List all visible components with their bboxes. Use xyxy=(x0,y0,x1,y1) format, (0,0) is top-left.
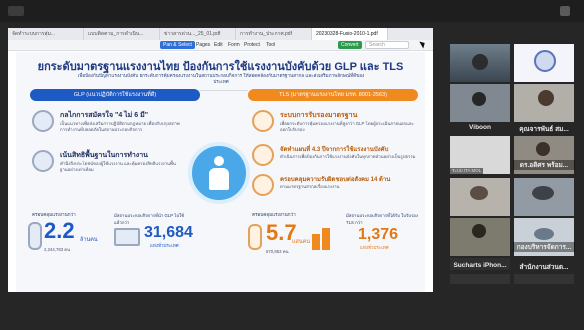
band-divider xyxy=(200,90,248,102)
tls-workers-label: ครอบคลุมแรงงานกว่า xyxy=(252,212,296,217)
participant-tile[interactable] xyxy=(514,178,574,216)
participant-name: Sucharts iPhon... xyxy=(453,262,507,269)
browser-tab[interactable]: ข่าวสารด่วน..._25_01.pdf xyxy=(160,28,236,40)
tls-workers-unit: แสนคน xyxy=(292,239,311,245)
glp-row-heading: เน้นสิทธิพื้นฐานในการทำงาน xyxy=(60,152,148,159)
workers-number: 2.2 xyxy=(44,218,75,243)
glp-band: GLP (แนวปฏิบัติการใช้แรงงานที่ดี) xyxy=(30,89,200,101)
person-orange-icon xyxy=(248,224,262,250)
tls-workers-exact: 570,853 คน xyxy=(266,249,289,254)
shared-screen: จัดทำระบบการสุ่ม... แบบติดตาม_การดำเนิน.… xyxy=(8,28,433,292)
bottom-bar xyxy=(0,292,584,330)
protect-menu[interactable]: Protect xyxy=(244,41,260,49)
tls-row-heading: ระบบการรับรองมาตรฐาน xyxy=(280,112,358,119)
avatar xyxy=(472,54,488,70)
worker-head-icon xyxy=(214,156,224,166)
tls-row-text: ดำเนินการเพื่อป้องกันการใช้แรงงานบังคับใ… xyxy=(280,154,416,159)
glp-places-number: 31,684 xyxy=(144,224,193,241)
certificate-icon xyxy=(252,110,274,132)
avatar xyxy=(532,186,554,200)
avatar xyxy=(472,92,486,106)
search-input[interactable]: Search xyxy=(365,41,409,49)
glp-places-unit: แห่งทั่วประเทศ xyxy=(150,243,179,248)
browser-tab[interactable]: การทำงาน_ประกาศ.pdf xyxy=(236,28,312,40)
chain-link-icon xyxy=(32,150,54,172)
participant-tile[interactable] xyxy=(514,274,574,284)
participant-name: สำนักงานส่วนต... xyxy=(519,264,569,271)
pdf-toolbar: Pan & Select Pages Edit Form Protect Too… xyxy=(8,39,433,51)
tls-places-number: 1,376 xyxy=(358,226,399,243)
tool-menu[interactable]: Tool xyxy=(266,41,275,49)
participant-name: Viboon xyxy=(469,124,491,131)
avatar xyxy=(470,186,488,200)
document-check-icon xyxy=(252,144,274,166)
tls-row-text: เพื่อยกระดับการคุ้มครองแรงงานที่สูงกว่า … xyxy=(280,121,414,132)
pages-menu[interactable]: Pages xyxy=(196,41,210,49)
glp-row-heading: กลไกการสมัครใจ "4 ไม่ 6 มี" xyxy=(60,112,149,119)
tls-band: TLS (มาตรฐานแรงงานไทย มรท. 8001-2563) xyxy=(248,89,418,101)
glp-row-text: เป็นแนวทางเพื่อส่งเสริมการปฏิบัติตามกฎหม… xyxy=(60,121,180,132)
building-icon xyxy=(312,234,320,250)
participant-name: คุณจารพันธ์ สม... xyxy=(519,126,569,133)
slide-subtitle: เพื่อป้องกันปัญหาแรงงานบังคับ ยกระดับการ… xyxy=(77,73,365,84)
mouse-cursor-icon xyxy=(419,39,427,49)
browser-tab-active[interactable]: 20230328-Fusio-2010-1.pdf xyxy=(312,28,388,40)
glp-row-text: คำนึงถึงประโยชน์ของผู้ใช้แรงงาน และคุ้มค… xyxy=(60,161,176,172)
workers-exact: 2,244,783 คน xyxy=(44,247,71,252)
participant-tile[interactable] xyxy=(450,178,510,216)
window-control-icon[interactable] xyxy=(560,6,570,16)
participant-name: ดร.อดิศร พร้อม... xyxy=(513,160,575,170)
worker-body-icon xyxy=(209,168,229,190)
participant-tile[interactable] xyxy=(514,44,574,82)
convert-button[interactable]: Convert xyxy=(338,41,362,49)
participant-tile[interactable] xyxy=(450,274,510,284)
gear-group-icon xyxy=(252,174,274,196)
participant-tile[interactable] xyxy=(514,84,574,122)
meeting-info-icon[interactable] xyxy=(8,6,24,16)
tls-places-unit: แห่งทั่วประเทศ xyxy=(360,245,389,250)
avatar xyxy=(534,228,554,240)
handcuff-icon xyxy=(32,110,54,132)
edit-menu[interactable]: Edit xyxy=(214,41,223,49)
participant-tile[interactable] xyxy=(450,218,510,256)
participant-tile[interactable] xyxy=(450,84,510,122)
building-icon xyxy=(322,228,330,250)
tls-row-heading: จัดทำแผนที่ 4.3 ปีจากการใช้แรงงานบังคับ xyxy=(280,147,389,153)
top-bar xyxy=(0,0,584,22)
workers-unit: ล้านคน xyxy=(80,237,98,243)
participant-tile[interactable] xyxy=(450,44,510,82)
browser-tab[interactable]: แบบติดตาม_การดำเนิน... xyxy=(84,28,160,40)
tls-row-heading: ครอบคลุมความรับผิดชอบต่อสังคม 14 ด้าน xyxy=(280,177,391,183)
browser-tab[interactable]: จัดทำระบบการสุ่ม... xyxy=(8,28,84,40)
factory-icon xyxy=(114,228,140,246)
pan-select-button[interactable]: Pan & Select xyxy=(160,41,195,49)
participant-tile[interactable]: ระบบ ITA MOL xyxy=(450,136,510,174)
browser-tab-strip: จัดทำระบบการสุ่ม... แบบติดตาม_การดำเนิน.… xyxy=(8,28,433,40)
person-icon xyxy=(28,222,42,250)
infographic-slide: ยกระดับมาตรฐานแรงงานไทย ป้องกันการใช้แรง… xyxy=(16,52,425,292)
participant-name: กองบริหารจัดการ... xyxy=(513,242,575,252)
tls-places-label: มีสถานประกอบกิจการที่ได้รับ ใบรับรอง TLS… xyxy=(346,213,418,225)
avatar xyxy=(538,90,554,106)
form-menu[interactable]: Form xyxy=(228,41,240,49)
avatar xyxy=(536,142,550,156)
avatar xyxy=(472,224,486,238)
meeting-window: จัดทำระบบการสุ่ม... แบบติดตาม_การดำเนิน.… xyxy=(0,0,584,330)
logo-icon xyxy=(534,50,556,72)
participant-tag: ระบบ ITA MOL xyxy=(450,168,484,174)
tls-row-text: ตามมาตรฐานสากลเรื่องแรงงาน xyxy=(280,184,340,189)
